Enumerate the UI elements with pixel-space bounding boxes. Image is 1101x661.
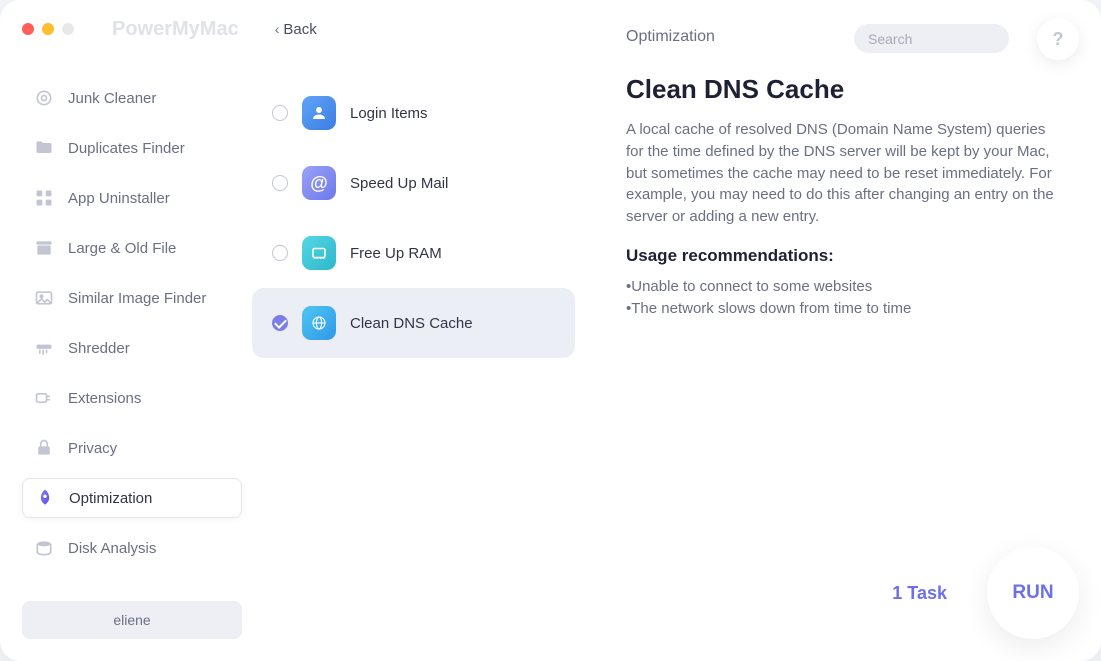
sidebar-item-large-old-file[interactable]: Large & Old File xyxy=(22,228,242,268)
sidebar-item-label: Extensions xyxy=(68,390,141,407)
help-icon: ? xyxy=(1053,29,1064,50)
detail-title: Clean DNS Cache xyxy=(626,74,1059,105)
grid-icon xyxy=(34,188,54,208)
search-input[interactable] xyxy=(868,31,1049,47)
lock-icon xyxy=(34,438,54,458)
sidebar-item-label: Shredder xyxy=(68,340,130,357)
section-title: Optimization xyxy=(626,28,715,46)
sidebar-item-label: Similar Image Finder xyxy=(68,290,206,307)
archive-icon xyxy=(34,238,54,258)
sidebar-item-label: App Uninstaller xyxy=(68,190,170,207)
sidebar: Junk Cleaner Duplicates Finder App Unins… xyxy=(22,78,242,639)
folder-icon xyxy=(34,138,54,158)
footer: 1 Task RUN xyxy=(892,547,1079,639)
sidebar-item-optimization[interactable]: Optimization xyxy=(22,478,242,518)
app-title: PowerMyMac xyxy=(112,18,239,41)
sidebar-item-duplicates-finder[interactable]: Duplicates Finder xyxy=(22,128,242,168)
task-count: 1 Task xyxy=(892,583,947,604)
help-button[interactable]: ? xyxy=(1037,18,1079,60)
sidebar-item-label: Junk Cleaner xyxy=(68,90,156,107)
sidebar-item-extensions[interactable]: Extensions xyxy=(22,378,242,418)
sidebar-item-similar-image-finder[interactable]: Similar Image Finder xyxy=(22,278,242,318)
task-item-login-items[interactable]: Login Items xyxy=(252,78,575,148)
detail-description: A local cache of resolved DNS (Domain Na… xyxy=(626,119,1059,228)
run-label: RUN xyxy=(1012,582,1053,603)
app-window: PowerMyMac ‹ Back Optimization ? Junk Cl… xyxy=(0,0,1101,661)
radio-checked-icon[interactable] xyxy=(272,315,288,331)
task-item-speed-up-mail[interactable]: @ Speed Up Mail xyxy=(252,148,575,218)
disk-icon xyxy=(34,538,54,558)
task-label: Free Up RAM xyxy=(350,245,442,262)
sidebar-item-disk-analysis[interactable]: Disk Analysis xyxy=(22,528,242,568)
plug-icon xyxy=(34,388,54,408)
traffic-lights xyxy=(22,23,74,35)
user-circle-icon xyxy=(302,96,336,130)
sidebar-item-label: Duplicates Finder xyxy=(68,140,185,157)
sidebar-item-privacy[interactable]: Privacy xyxy=(22,428,242,468)
image-icon xyxy=(34,288,54,308)
sidebar-item-junk-cleaner[interactable]: Junk Cleaner xyxy=(22,78,242,118)
sidebar-item-shredder[interactable]: Shredder xyxy=(22,328,242,368)
recommendations-heading: Usage recommendations: xyxy=(626,246,1059,266)
task-label: Clean DNS Cache xyxy=(350,315,473,332)
user-name: eliene xyxy=(113,612,150,628)
dns-globe-icon xyxy=(302,306,336,340)
chevron-left-icon: ‹ xyxy=(275,21,280,37)
shredder-icon xyxy=(34,338,54,358)
sidebar-item-app-uninstaller[interactable]: App Uninstaller xyxy=(22,178,242,218)
radio-unchecked-icon[interactable] xyxy=(272,105,288,121)
sidebar-item-label: Optimization xyxy=(69,490,152,507)
recommendation-item: •The network slows down from time to tim… xyxy=(626,298,1059,321)
maximize-icon[interactable] xyxy=(62,23,74,35)
radio-unchecked-icon[interactable] xyxy=(272,245,288,261)
minimize-icon[interactable] xyxy=(42,23,54,35)
at-sign-icon: @ xyxy=(302,166,336,200)
sidebar-item-label: Large & Old File xyxy=(68,240,176,257)
radio-unchecked-icon[interactable] xyxy=(272,175,288,191)
task-item-free-up-ram[interactable]: Free Up RAM xyxy=(252,218,575,288)
back-button[interactable]: ‹ Back xyxy=(275,21,317,38)
search-box[interactable] xyxy=(854,24,1009,53)
back-label: Back xyxy=(283,21,316,38)
rocket-icon xyxy=(35,488,55,508)
task-list: Login Items @ Speed Up Mail Free Up RAM … xyxy=(252,78,575,358)
user-chip[interactable]: eliene xyxy=(22,601,242,639)
task-label: Speed Up Mail xyxy=(350,175,448,192)
detail-panel: Clean DNS Cache A local cache of resolve… xyxy=(626,74,1059,321)
gear-target-icon xyxy=(34,88,54,108)
recommendation-item: •Unable to connect to some websites xyxy=(626,276,1059,299)
ram-chip-icon xyxy=(302,236,336,270)
sidebar-item-label: Privacy xyxy=(68,440,117,457)
close-icon[interactable] xyxy=(22,23,34,35)
task-item-clean-dns-cache[interactable]: Clean DNS Cache xyxy=(252,288,575,358)
task-label: Login Items xyxy=(350,105,428,122)
run-button[interactable]: RUN xyxy=(987,547,1079,639)
sidebar-item-label: Disk Analysis xyxy=(68,540,156,557)
